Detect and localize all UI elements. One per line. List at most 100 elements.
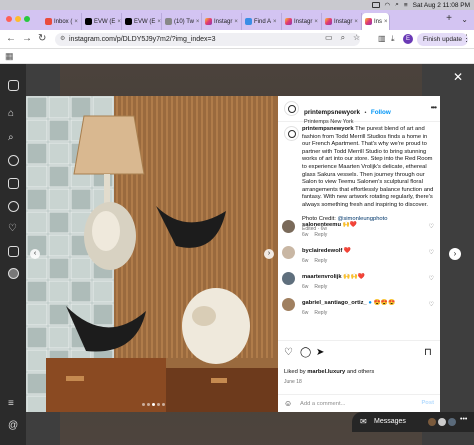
bookmark-star-icon[interactable]: ☆ <box>353 33 360 43</box>
browser-tab[interactable]: Find A × <box>242 13 282 30</box>
author-avatar[interactable] <box>284 101 299 116</box>
comment-like-heart-icon[interactable]: ♡ <box>429 249 434 256</box>
browser-tab[interactable]: (10) Tw × <box>162 13 202 30</box>
close-modal-icon[interactable]: ✕ <box>453 70 463 84</box>
close-tab-icon[interactable]: × <box>354 19 358 25</box>
glass-block <box>26 303 48 326</box>
reply-button[interactable]: Reply <box>314 232 327 238</box>
close-tab-icon[interactable]: × <box>273 19 277 25</box>
create-icon[interactable] <box>8 246 19 257</box>
more-icon[interactable]: ••• <box>460 416 467 423</box>
commenter-username[interactable]: maartenvrolijk <box>302 274 342 280</box>
comment-like-heart-icon[interactable]: ♡ <box>429 223 434 230</box>
screen-cast-icon[interactable]: ▭ <box>325 33 333 43</box>
previous-image-icon[interactable]: ‹ <box>30 249 40 259</box>
address-bar[interactable]: ⚙ instagram.com/p/DLDY5J9y7m2/?img_index… <box>55 33 360 46</box>
comment-icon[interactable]: ◯ <box>300 347 311 358</box>
close-tab-icon[interactable]: × <box>196 19 200 25</box>
close-tab-icon[interactable]: × <box>234 19 238 25</box>
tab-label: Ins <box>374 18 383 25</box>
caption-username[interactable]: printempsnewyork <box>302 126 354 132</box>
control-center-icon[interactable]: ≡ <box>404 2 408 9</box>
browser-tab[interactable]: EVW (E × <box>122 13 162 30</box>
post-location[interactable]: Printemps New York <box>304 119 391 125</box>
home-icon[interactable]: ⌂ <box>8 108 14 119</box>
wifi-icon[interactable]: ◠ <box>385 1 391 9</box>
reels-icon[interactable] <box>8 178 19 189</box>
browser-tab[interactable]: EVW (E × <box>82 13 122 30</box>
save-bookmark-icon[interactable]: ⊓ <box>424 347 432 358</box>
threads-icon[interactable]: @ <box>8 420 18 431</box>
wood-slat <box>271 96 273 358</box>
liked-by-user[interactable]: marbel.luxury <box>307 369 345 375</box>
battery-icon[interactable] <box>371 2 380 8</box>
side-panel-icon[interactable]: ▥ <box>378 34 386 43</box>
next-image-icon[interactable]: › <box>264 249 274 259</box>
close-tab-icon[interactable]: × <box>74 19 78 25</box>
notifications-heart-icon[interactable]: ♡ <box>8 223 17 234</box>
menu-bar-datetime: Sat Aug 2 11:08 PM <box>412 1 470 9</box>
next-post-icon[interactable]: › <box>449 248 461 260</box>
back-arrow-icon[interactable]: ← <box>6 33 16 44</box>
emoji-icon[interactable]: ☺ <box>284 399 292 408</box>
new-tab-button[interactable]: + <box>446 13 452 24</box>
add-comment-bar: ☺ Post <box>278 394 440 412</box>
reply-button[interactable]: Reply <box>314 258 327 264</box>
instagram-logo-icon[interactable] <box>8 80 19 91</box>
commenter-username[interactable]: byclairedewolf <box>302 248 342 254</box>
forward-arrow-icon[interactable]: → <box>22 33 32 44</box>
post-comment-button[interactable]: Post <box>421 400 434 406</box>
close-tab-icon[interactable]: × <box>384 19 388 25</box>
messages-icon[interactable] <box>8 201 19 212</box>
reload-icon[interactable]: ↻ <box>38 33 46 44</box>
downloads-icon[interactable]: ⤓ <box>391 34 395 44</box>
commenter-username[interactable]: gabriel_santiago_ortiz_ <box>302 300 367 306</box>
close-tab-icon[interactable]: × <box>314 19 318 25</box>
profile-avatar[interactable]: E <box>403 34 413 44</box>
share-icon[interactable]: ➤ <box>316 347 324 358</box>
browser-tab[interactable]: Inbox (× <box>42 13 82 30</box>
commenter-username[interactable]: salonenteemu <box>302 222 341 228</box>
caption-avatar[interactable] <box>284 126 299 141</box>
reply-button[interactable]: Reply <box>314 284 327 290</box>
comment-like-heart-icon[interactable]: ♡ <box>429 301 434 308</box>
commenter-avatar[interactable] <box>282 246 295 259</box>
add-comment-input[interactable] <box>300 398 400 410</box>
author-username[interactable]: printempsnewyork <box>304 109 360 116</box>
commenter-avatar[interactable] <box>282 298 295 311</box>
explore-icon[interactable] <box>8 155 19 166</box>
search-icon[interactable]: ⌕ <box>395 1 399 9</box>
follow-button[interactable]: Follow <box>371 109 391 116</box>
commenter-avatar[interactable] <box>282 272 295 285</box>
browser-tab[interactable]: Instagr × <box>322 13 362 30</box>
finish-update-button[interactable]: Finish update <box>417 33 469 46</box>
post-date[interactable]: June 18 <box>284 379 302 385</box>
close-tab-icon[interactable]: × <box>157 19 161 25</box>
glass-block <box>48 234 70 257</box>
zoom-window-button[interactable] <box>24 16 30 22</box>
browser-menu-icon[interactable]: ⋮ <box>462 33 471 44</box>
messages-bar[interactable]: ✉ Messages ••• <box>352 412 474 432</box>
close-window-button[interactable] <box>6 16 12 22</box>
browser-tab[interactable]: Ins × <box>362 13 390 30</box>
close-tab-icon[interactable]: × <box>117 19 121 25</box>
site-info-icon[interactable]: ⚙ <box>60 33 65 46</box>
like-heart-icon[interactable]: ♡ <box>284 347 293 358</box>
browser-tab[interactable]: Instagr × <box>282 13 322 30</box>
more-menu-icon[interactable]: ≡ <box>8 398 14 409</box>
profile-icon[interactable] <box>8 268 19 279</box>
caption-body: The purest blend of art and fashion from… <box>302 126 434 208</box>
credit-mention[interactable]: @simonleungphoto <box>337 216 387 222</box>
commenter-avatar[interactable] <box>282 220 295 233</box>
comment-like-heart-icon[interactable]: ♡ <box>429 275 434 282</box>
apps-grid-icon[interactable]: ▦ <box>5 51 14 62</box>
post-image[interactable]: ‹ › <box>26 96 278 412</box>
zoom-icon[interactable]: ⌕ <box>341 33 345 43</box>
verified-badge-icon: ● <box>368 300 372 306</box>
tab-search-icon[interactable]: ⌄ <box>461 15 468 24</box>
search-icon[interactable]: ⌕ <box>8 132 14 143</box>
minimize-window-button[interactable] <box>15 16 21 22</box>
browser-tab[interactable]: Instagr × <box>202 13 242 30</box>
reply-button[interactable]: Reply <box>314 310 327 316</box>
more-options-icon[interactable]: ••• <box>431 103 437 112</box>
